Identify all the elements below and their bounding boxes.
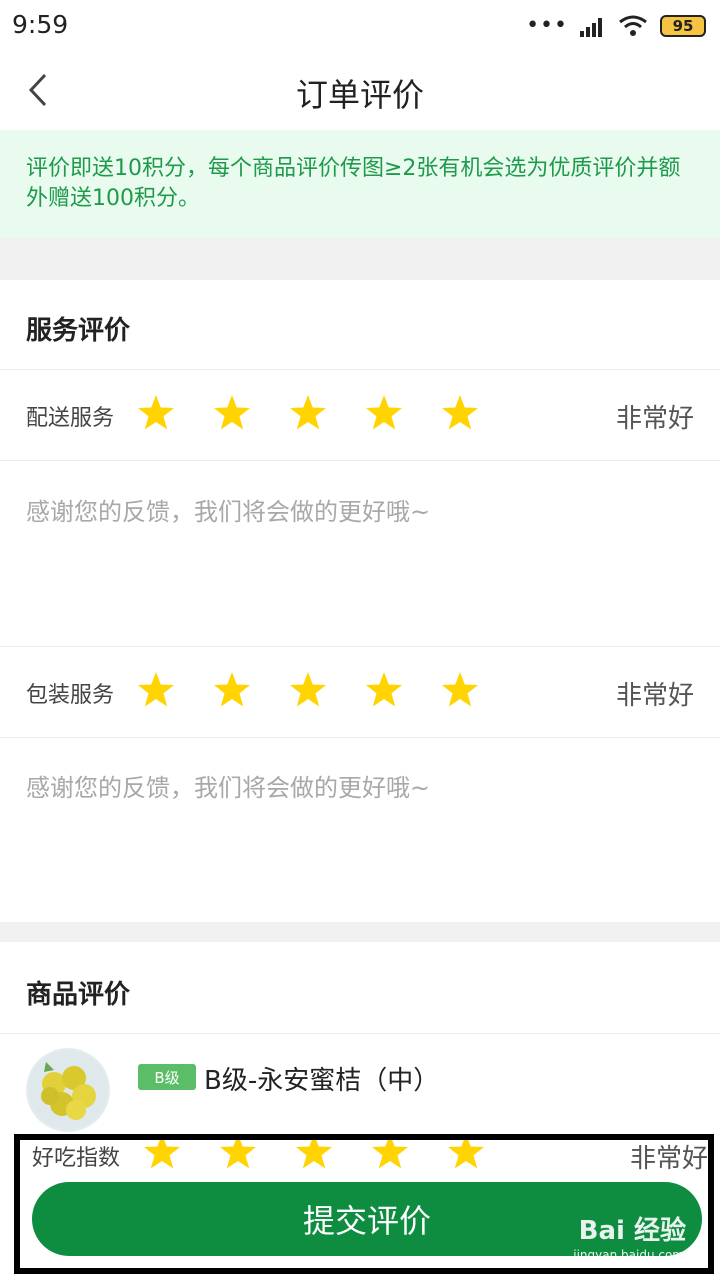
taste-stars[interactable]	[142, 1134, 486, 1172]
status-time: 9:59	[12, 10, 69, 39]
section-gap	[0, 238, 720, 280]
packaging-stars[interactable]	[136, 670, 480, 710]
star-icon[interactable]	[288, 393, 328, 433]
delivery-stars[interactable]	[136, 393, 480, 433]
status-icons: ••• 95	[526, 12, 706, 40]
star-icon[interactable]	[136, 670, 176, 710]
service-section-title: 服务评价	[26, 316, 131, 346]
packaging-rating-label: 包装服务	[26, 683, 115, 708]
delivery-feedback-input[interactable]: 感谢您的反馈，我们将会做的更好哦~	[26, 492, 686, 632]
watermark-logo: Bai 经验	[578, 1216, 686, 1246]
taste-rating-label: 好吃指数	[32, 1146, 121, 1171]
star-icon[interactable]	[440, 393, 480, 433]
more-dots-icon: •••	[526, 13, 568, 38]
star-icon[interactable]	[446, 1134, 486, 1172]
battery-indicator: 95	[660, 15, 706, 37]
grade-badge: B级	[138, 1064, 196, 1090]
packaging-rating-row: 包装服务 非常好	[0, 647, 720, 737]
star-icon[interactable]	[212, 393, 252, 433]
product-image	[26, 1048, 110, 1132]
divider	[0, 737, 720, 738]
product-row: B级 B级-永安蜜桔（中）	[0, 1034, 720, 1144]
signal-icon	[580, 18, 602, 37]
product-section-title: 商品评价	[26, 980, 131, 1010]
divider	[0, 460, 720, 461]
taste-rating-value: 非常好	[629, 1144, 708, 1174]
star-icon[interactable]	[142, 1134, 182, 1172]
packaging-rating-value: 非常好	[615, 681, 694, 711]
star-icon[interactable]	[364, 670, 404, 710]
orange-fruit-icon	[28, 1050, 108, 1130]
product-name: B级-永安蜜桔（中）	[204, 1066, 440, 1096]
packaging-feedback-input[interactable]: 感谢您的反馈，我们将会做的更好哦~	[26, 768, 686, 908]
delivery-rating-row: 配送服务 非常好	[0, 370, 720, 460]
star-icon[interactable]	[218, 1134, 258, 1172]
star-icon[interactable]	[440, 670, 480, 710]
nav-bar: 订单评价	[0, 52, 720, 130]
star-icon[interactable]	[288, 670, 328, 710]
star-icon[interactable]	[370, 1134, 410, 1172]
star-icon[interactable]	[136, 393, 176, 433]
section-gap	[0, 922, 720, 942]
highlight-box: 好吃指数 非常好 提交评价 Bai 经验 jingyan.baidu.com	[14, 1134, 714, 1274]
star-icon[interactable]	[364, 393, 404, 433]
star-icon[interactable]	[212, 670, 252, 710]
delivery-rating-label: 配送服务	[26, 406, 115, 431]
watermark-url: jingyan.baidu.com	[573, 1248, 684, 1262]
points-notice: 评价即送10积分，每个商品评价传图≥2张有机会选为优质评价并额外赠送100积分。	[0, 130, 720, 238]
page-title: 订单评价	[295, 76, 424, 114]
star-icon[interactable]	[294, 1134, 334, 1172]
delivery-rating-value: 非常好	[615, 404, 694, 434]
wifi-icon	[619, 15, 647, 36]
status-bar: 9:59 ••• 95	[0, 0, 720, 52]
